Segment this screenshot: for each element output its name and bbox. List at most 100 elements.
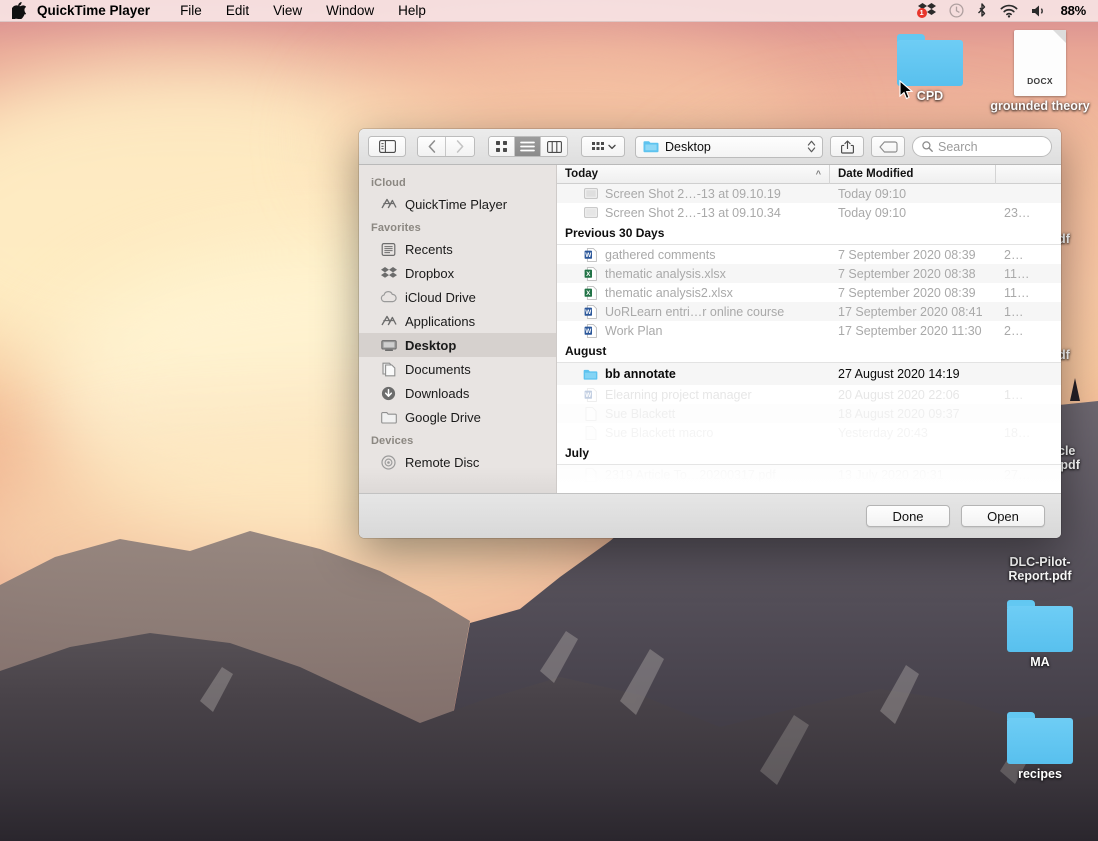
file-date: 13 July 2020 20:31 [838, 467, 944, 482]
apple-logo-icon[interactable] [0, 2, 37, 20]
table-row[interactable]: 2319 Article To…20200317.pdf 13 July 202… [557, 465, 1061, 484]
sidebar-item-icloud-drive[interactable]: iCloud Drive [359, 285, 556, 309]
menu-item-file[interactable]: File [168, 3, 214, 18]
path-popup-button[interactable]: Desktop [635, 135, 823, 158]
table-row[interactable]: X thematic analysis.xlsx 7 September 202… [557, 264, 1061, 283]
sidebar-item-recents[interactable]: Recents [359, 237, 556, 261]
applications-icon [380, 313, 397, 329]
wifi-icon[interactable] [1000, 4, 1018, 18]
open-button[interactable]: Open [961, 505, 1045, 527]
forward-button[interactable] [446, 137, 474, 156]
column-header-label: Today [565, 168, 599, 180]
column-header-name[interactable]: Today ^ [557, 165, 830, 184]
table-row[interactable]: W gathered comments 7 September 2020 08:… [557, 245, 1061, 264]
file-name-cell: Screen Shot 2…-13 at 09.10.34 [557, 205, 830, 220]
desktop-icon-recipes[interactable]: recipes [988, 712, 1092, 781]
file-name: thematic analysis.xlsx [605, 266, 726, 281]
folder-icon [1007, 712, 1073, 764]
table-row[interactable]: Screen Shot 2…-13 at 09.10.19 Today 09:1… [557, 184, 1061, 203]
column-header-size[interactable] [996, 165, 1061, 184]
table-row[interactable]: bb annotate 27 August 2020 14:19 [557, 363, 1061, 385]
tag-button[interactable] [871, 136, 905, 157]
column-header-label: Date Modified [838, 168, 914, 180]
view-icon-button[interactable] [489, 137, 515, 156]
menu-item-window[interactable]: Window [314, 3, 386, 18]
table-row[interactable]: Screen Shot 2…-13 at 09.10.34 Today 09:1… [557, 203, 1061, 222]
desktop-icon-label: MA [1030, 655, 1050, 669]
volume-icon[interactable] [1031, 4, 1048, 18]
file-size: 1… [1004, 304, 1024, 319]
menu-app-name[interactable]: QuickTime Player [37, 3, 168, 18]
arrange-by-button[interactable] [581, 136, 625, 157]
file-name: Sue Blackett [605, 406, 676, 421]
view-columns-button[interactable] [541, 137, 567, 156]
file-name: thematic analysis2.xlsx [605, 285, 733, 300]
file-name-cell: W Elearning project manager [557, 387, 830, 402]
table-row[interactable]: W UoRLearn entri…r online course 17 Sept… [557, 302, 1061, 321]
sidebar-item-quicktime-player[interactable]: QuickTime Player [359, 192, 556, 216]
file-name-cell: W Work Plan [557, 323, 830, 338]
sidebar-item-documents[interactable]: Documents [359, 357, 556, 381]
svg-text:X: X [586, 270, 591, 277]
table-row[interactable]: W Work Plan 17 September 2020 11:30 2… [557, 321, 1061, 340]
sidebar-item-applications[interactable]: Applications [359, 309, 556, 333]
table-row[interactable]: Sue Blackett 18 August 2020 09:37 [557, 404, 1061, 423]
table-row[interactable]: Sue Blackett macro Yesterday 20:43 18… [557, 423, 1061, 442]
sidebar-toggle-button[interactable] [368, 136, 406, 157]
file-size: 2… [1004, 247, 1024, 262]
desktop-icon-dlc-pilot-report[interactable]: DLC-Pilot-Report.pdf [988, 552, 1092, 583]
table-row[interactable]: W Elearning project manager 20 August 20… [557, 385, 1061, 404]
stepper-updown-icon[interactable] [807, 139, 818, 154]
column-header-date-modified[interactable]: Date Modified [830, 165, 996, 184]
menu-bar-status-area: 1 88% [916, 2, 1098, 19]
folder-icon [643, 141, 659, 153]
sidebar-item-desktop[interactable]: Desktop [359, 333, 556, 357]
menu-item-view[interactable]: View [261, 3, 314, 18]
table-row[interactable]: X thematic analysis2.xlsx 7 September 20… [557, 283, 1061, 302]
sidebar-item-label: Downloads [405, 385, 470, 401]
share-button[interactable] [830, 136, 864, 157]
sidebar-item-label: Recents [405, 241, 453, 257]
desktop-icon-ma[interactable]: MA [988, 600, 1092, 669]
search-icon [922, 141, 933, 152]
menu-bar: QuickTime Player File Edit View Window H… [0, 0, 1098, 22]
tag-icon [878, 140, 898, 153]
desktop-icon-cpd[interactable]: CPD [878, 34, 982, 103]
done-button[interactable]: Done [866, 505, 950, 527]
file-name-cell: X thematic analysis.xlsx [557, 266, 830, 281]
file-open-dialog: Desktop Search iCloud QuickTime Player F… [359, 129, 1061, 538]
dropbox-icon[interactable]: 1 [916, 3, 936, 18]
dialog-sidebar[interactable]: iCloud QuickTime Player Favorites Recent… [359, 165, 557, 493]
arrange-grid-icon [591, 142, 604, 150]
view-list-button[interactable] [515, 137, 541, 156]
file-size: 18… [1004, 425, 1031, 440]
sidebar-item-label: Dropbox [405, 265, 455, 281]
sidebar-item-google-drive[interactable]: Google Drive [359, 405, 556, 429]
file-name-cell: Screen Shot 2…-13 at 09.10.19 [557, 186, 830, 201]
bluetooth-icon[interactable] [977, 2, 987, 19]
file-icon [583, 425, 598, 440]
battery-percentage[interactable]: 88% [1061, 3, 1087, 18]
desktop-icon-grounded-theory[interactable]: DOCX grounded theory [988, 30, 1092, 113]
column-view-icon [546, 140, 562, 153]
file-name-cell: bb annotate [557, 367, 830, 382]
sidebar-header-icloud: iCloud [371, 177, 406, 189]
file-name: Sue Blackett macro [605, 425, 714, 440]
menu-item-help[interactable]: Help [386, 3, 438, 18]
time-machine-icon[interactable] [949, 3, 964, 18]
sidebar-item-dropbox[interactable]: Dropbox [359, 261, 556, 285]
sidebar-toggle-icon [378, 140, 396, 153]
file-list[interactable]: Today ^ Date Modified Screen Shot 2…-13 … [557, 165, 1061, 493]
word-icon: W [583, 247, 598, 262]
downloads-icon [380, 385, 397, 401]
folder-icon [583, 367, 598, 382]
search-input[interactable]: Search [912, 136, 1052, 157]
list-view-icon [520, 141, 535, 152]
word-icon: W [583, 323, 598, 338]
file-size: 2… [1004, 323, 1024, 338]
sidebar-item-label: Desktop [405, 337, 457, 353]
file-size: 11… [1004, 266, 1030, 281]
menu-item-edit[interactable]: Edit [214, 3, 261, 18]
sidebar-item-downloads[interactable]: Downloads [359, 381, 556, 405]
back-button[interactable] [418, 137, 446, 156]
